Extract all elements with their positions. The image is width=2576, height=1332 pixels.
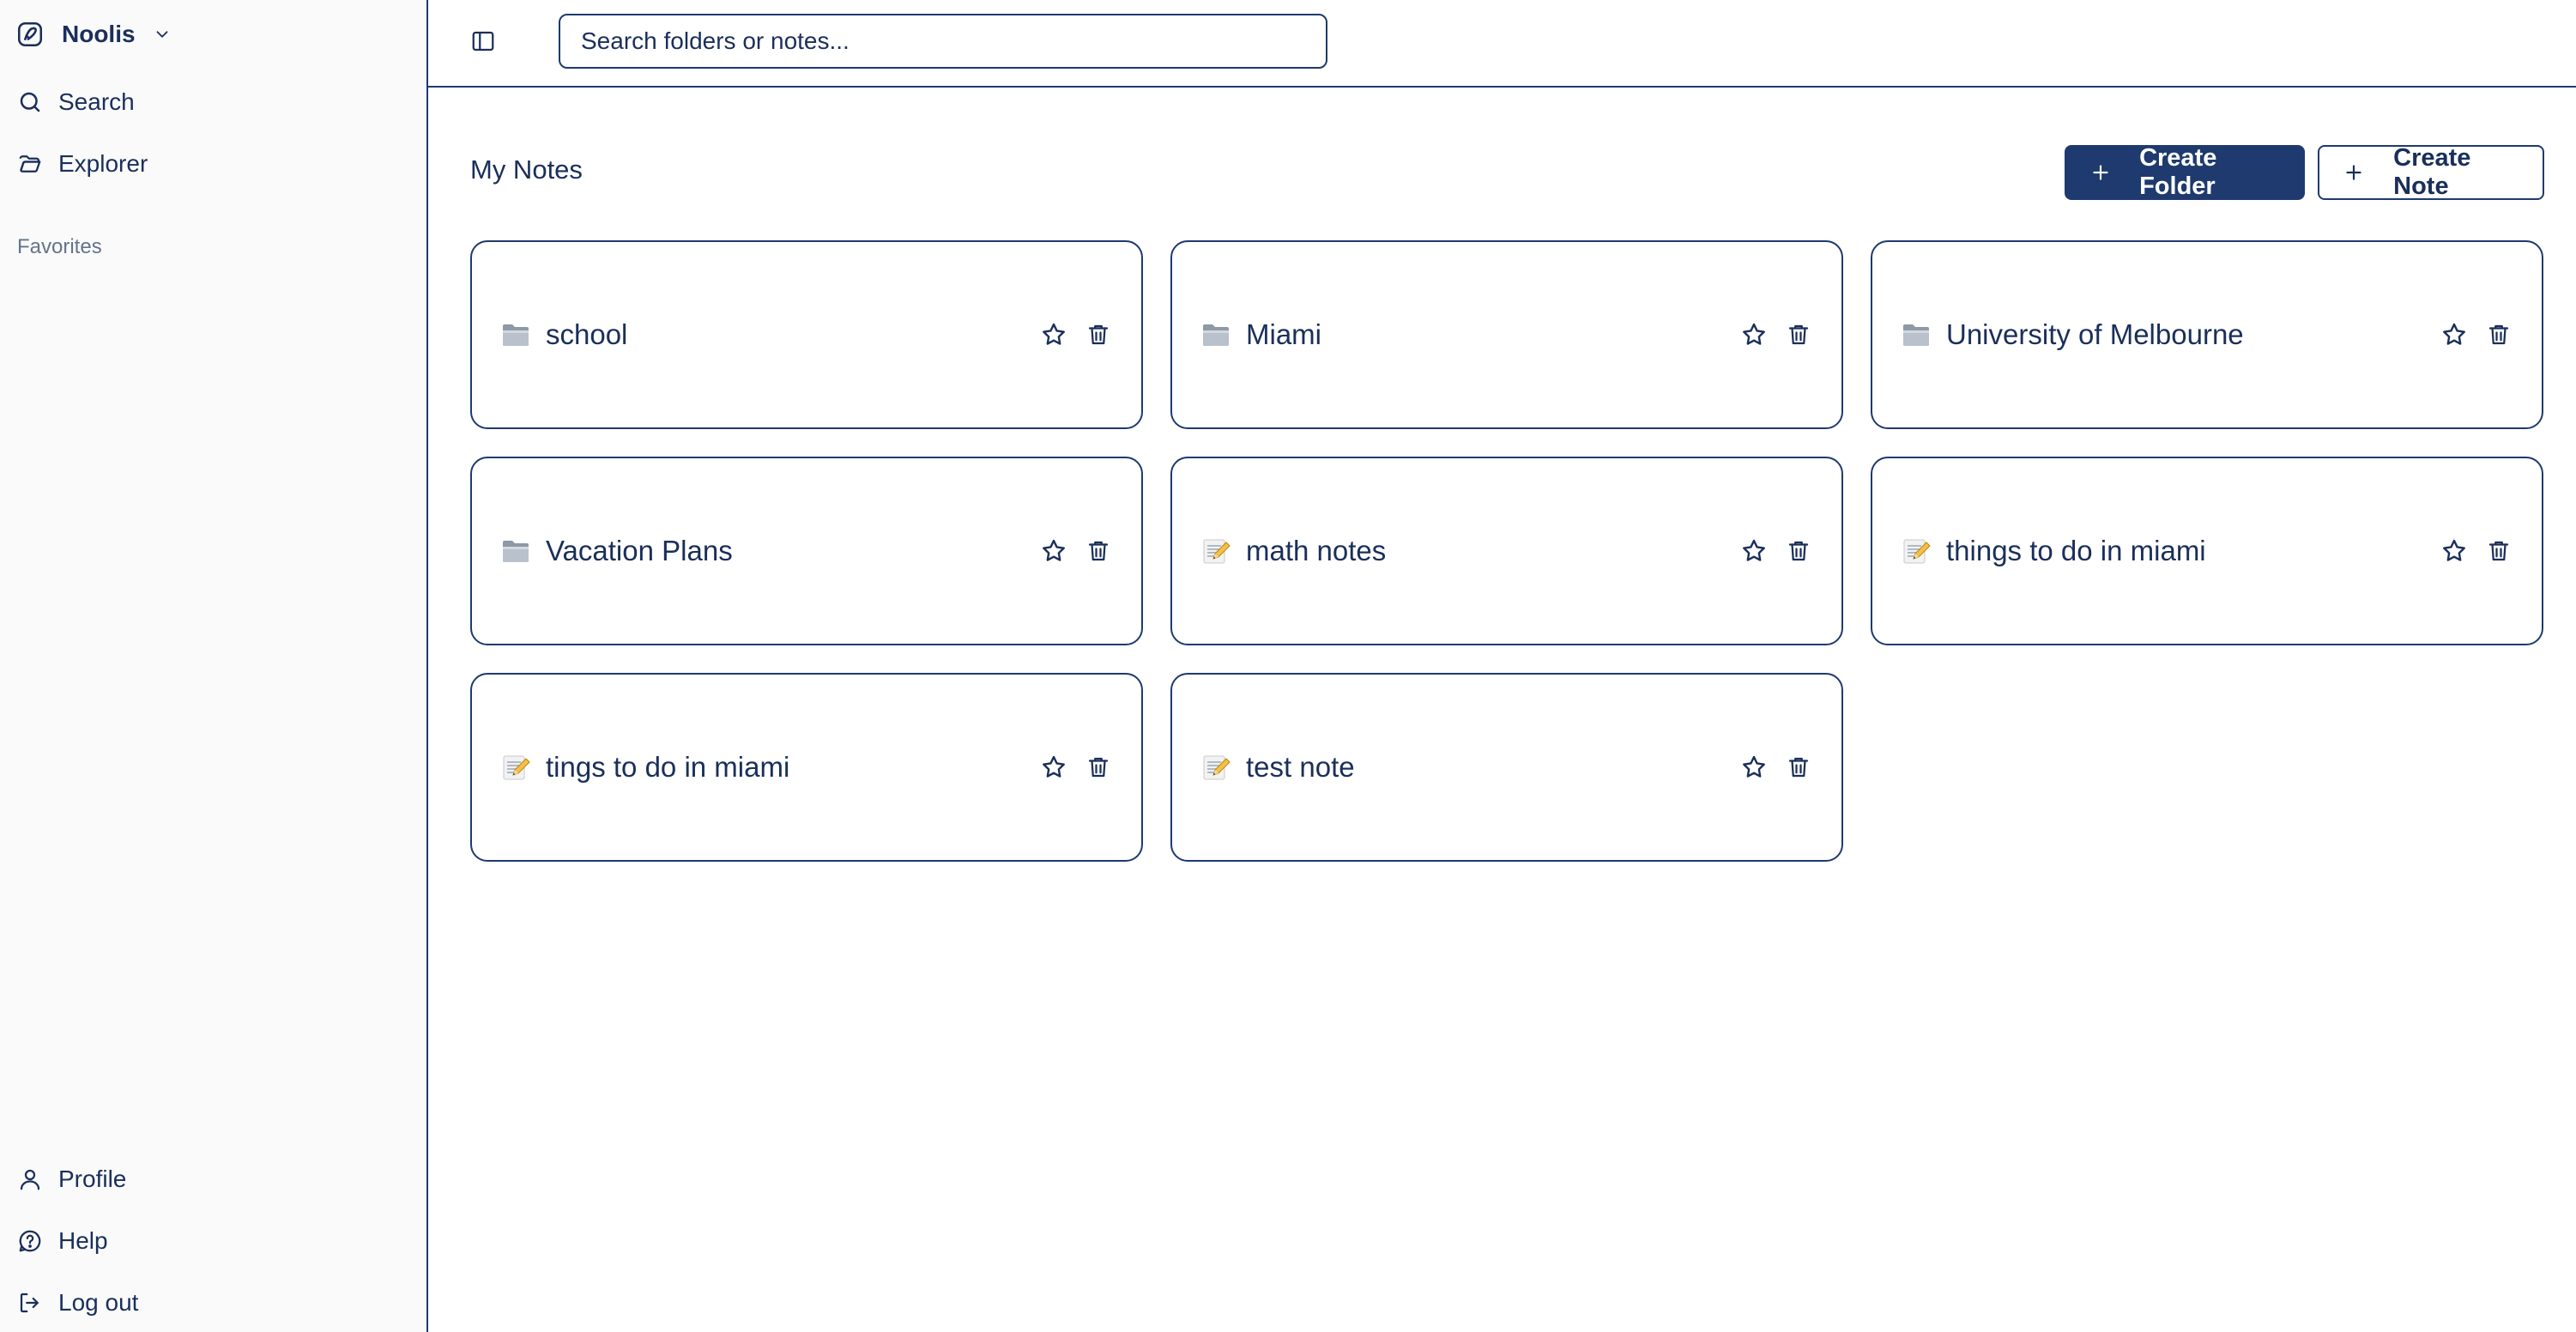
folder-open-icon: [15, 149, 45, 179]
card-title: test note: [1246, 751, 1355, 783]
note-card[interactable]: math notes: [1170, 457, 1843, 645]
sidebar-item-search[interactable]: Search: [15, 83, 135, 121]
items-grid: school Miami University of Melbourne Vac…: [470, 240, 2544, 862]
sidebar-item-label: Profile: [58, 1166, 127, 1192]
delete-trash-icon[interactable]: [2483, 319, 2514, 350]
folder-card[interactable]: University of Melbourne: [1871, 240, 2543, 429]
delete-trash-icon[interactable]: [1083, 752, 1114, 783]
memo-icon: [1200, 535, 1232, 567]
top-bar: [428, 0, 2576, 88]
memo-icon: [1900, 535, 1932, 567]
logout-icon: [15, 1288, 45, 1317]
delete-trash-icon[interactable]: [1783, 319, 1814, 350]
folder-card[interactable]: Vacation Plans: [470, 457, 1143, 645]
folder-icon: [499, 318, 532, 351]
sidebar-toggle-icon: [470, 28, 496, 54]
delete-trash-icon[interactable]: [2483, 536, 2514, 566]
favorite-star-icon[interactable]: [1738, 536, 1769, 566]
delete-trash-icon[interactable]: [1083, 536, 1114, 566]
help-icon: [15, 1226, 45, 1256]
sidebar-item-label: Search: [58, 88, 135, 115]
favorite-star-icon[interactable]: [1738, 319, 1769, 350]
sidebar-item-explorer[interactable]: Explorer: [15, 145, 148, 183]
card-actions: [1738, 536, 1814, 566]
sidebar-toggle-button[interactable]: [466, 24, 500, 58]
card-title: math notes: [1246, 535, 1387, 566]
folder-card[interactable]: school: [470, 240, 1143, 429]
folder-card[interactable]: Miami: [1170, 240, 1843, 429]
memo-icon: [499, 751, 532, 784]
sidebar-item-label: Explorer: [58, 150, 148, 177]
card-actions: [1738, 319, 1814, 350]
card-actions: [1038, 536, 1114, 566]
workspace-switcher[interactable]: Noolis: [15, 17, 173, 51]
sidebar-item-label: Log out: [58, 1289, 139, 1316]
card-actions: [1038, 752, 1114, 783]
card-title: Vacation Plans: [546, 535, 733, 566]
note-card[interactable]: test note: [1170, 673, 1843, 862]
card-actions: [2439, 319, 2514, 350]
card-title: things to do in miami: [1946, 535, 2206, 566]
card-title: University of Melbourne: [1946, 318, 2244, 350]
card-actions: [2439, 536, 2514, 566]
card-title: school: [546, 318, 628, 350]
sidebar-item-label: Help: [58, 1227, 108, 1254]
app-name: Noolis: [62, 21, 136, 47]
card-title: tings to do in miami: [546, 751, 790, 783]
card-title: Miami: [1246, 318, 1321, 350]
sidebar-item-profile[interactable]: Profile: [15, 1160, 126, 1198]
search-icon: [15, 88, 45, 117]
chevron-down-icon: [151, 23, 173, 45]
note-card[interactable]: tings to do in miami: [470, 673, 1143, 862]
memo-icon: [1200, 751, 1232, 784]
favorite-star-icon[interactable]: [1038, 319, 1069, 350]
folder-icon: [1900, 318, 1932, 351]
favorites-section-label: Favorites: [17, 235, 102, 258]
create-note-button[interactable]: Create Note: [2318, 144, 2544, 200]
delete-trash-icon[interactable]: [1083, 319, 1114, 350]
favorite-star-icon[interactable]: [1738, 752, 1769, 783]
delete-trash-icon[interactable]: [1783, 536, 1814, 566]
delete-trash-icon[interactable]: [1783, 752, 1814, 783]
favorite-star-icon[interactable]: [1038, 752, 1069, 783]
plus-icon: [2087, 158, 2113, 187]
page-title: My Notes: [470, 154, 583, 185]
favorite-star-icon[interactable]: [2439, 319, 2470, 350]
sidebar: Noolis Search Explorer Favorites Profile…: [0, 0, 428, 1332]
sidebar-item-logout[interactable]: Log out: [15, 1284, 138, 1322]
create-note-label: Create Note: [2393, 144, 2471, 200]
favorite-star-icon[interactable]: [2439, 536, 2470, 566]
create-folder-button[interactable]: Create Folder: [2065, 144, 2305, 200]
card-actions: [1038, 319, 1114, 350]
noolis-logo-icon: [15, 20, 45, 49]
favorite-star-icon[interactable]: [1038, 536, 1069, 566]
plus-icon: [2340, 158, 2367, 187]
sidebar-item-help[interactable]: Help: [15, 1222, 108, 1260]
folder-icon: [1200, 318, 1232, 351]
search-input[interactable]: [559, 14, 1327, 69]
folder-icon: [499, 535, 532, 567]
create-folder-label: Create Folder: [2139, 144, 2217, 200]
note-card[interactable]: things to do in miami: [1871, 457, 2543, 645]
card-actions: [1738, 752, 1814, 783]
user-icon: [15, 1165, 45, 1194]
